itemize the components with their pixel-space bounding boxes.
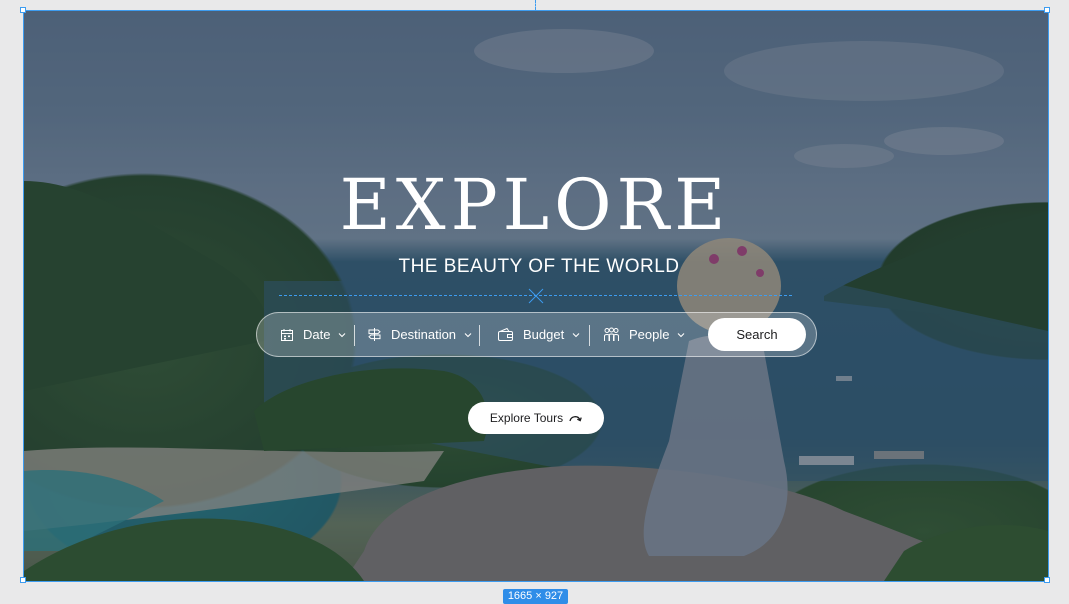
date-dropdown[interactable]: Date [280,313,346,356]
date-label: Date [303,327,331,342]
hero-subtitle: THE BEAUTY OF THE WORLD [398,256,680,277]
chevron-down-icon [339,332,346,337]
field-divider [589,325,590,346]
people-icon [604,327,619,341]
explore-tours-button[interactable]: Explore Tours [468,402,604,434]
search-button[interactable]: Search [708,318,806,351]
chevron-down-icon [572,332,580,337]
budget-label: Budget [523,327,565,342]
wallet-icon [498,327,513,341]
signpost-icon [368,328,381,341]
field-divider [479,325,480,346]
people-label: People [629,327,670,342]
destination-dropdown[interactable]: Destination [367,313,472,356]
budget-dropdown[interactable]: Budget [497,313,580,356]
destination-label: Destination [391,327,457,342]
explore-tours-label: Explore Tours [489,411,564,425]
chevron-down-icon [464,332,472,337]
center-marker-icon [528,288,544,304]
search-bar: Date Destination Budget People Search [256,312,817,357]
curved-arrow-icon [569,415,582,422]
people-dropdown[interactable]: People [603,313,685,356]
field-divider [354,325,355,346]
chevron-down-icon [678,332,685,337]
hero-title: EXPLORE [339,164,731,246]
calendar-icon [281,328,293,341]
